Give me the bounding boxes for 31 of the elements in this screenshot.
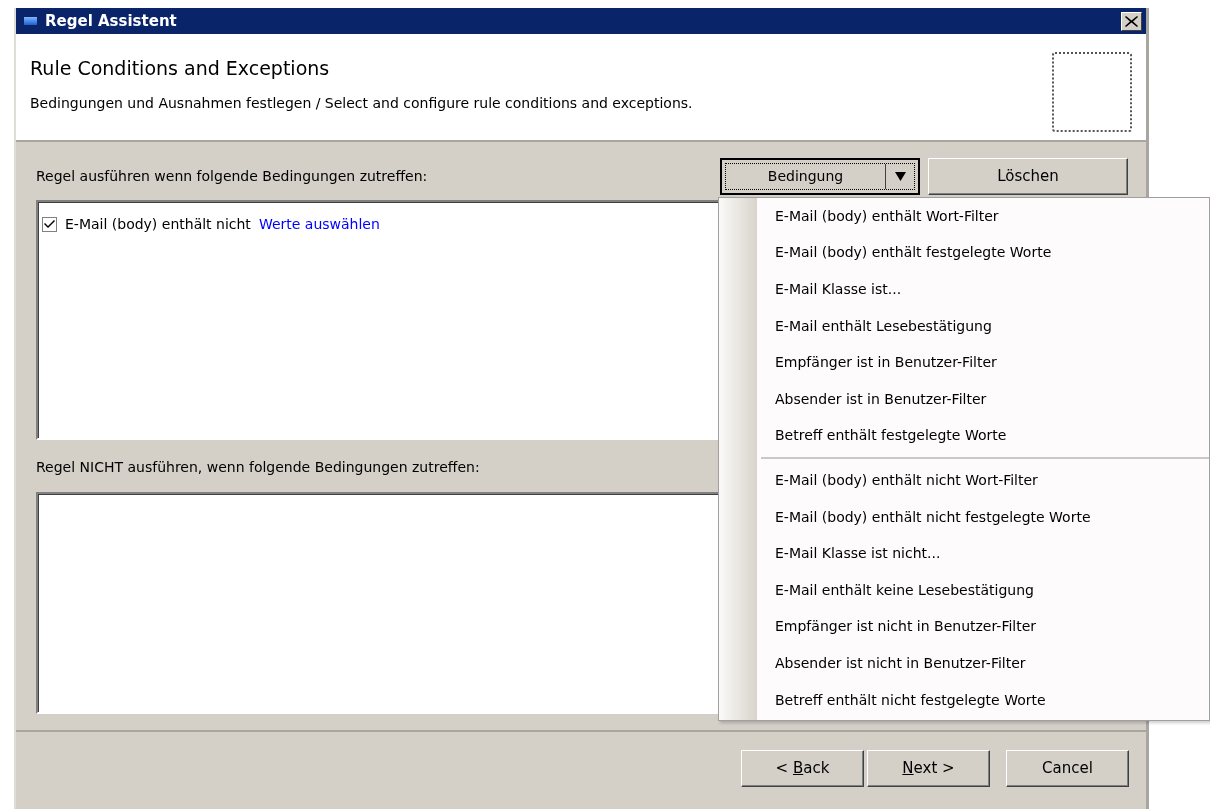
menu-item[interactable]: Absender ist nicht in Benutzer-Filter	[757, 645, 1209, 682]
back-button[interactable]: < Back	[741, 750, 864, 787]
values-link[interactable]: Werte auswählen	[258, 214, 380, 235]
delete-button[interactable]: Löschen	[928, 157, 1128, 195]
checkbox[interactable]	[42, 217, 57, 232]
menu-item[interactable]: E-Mail (body) enthält Wort-Filter	[757, 198, 1209, 235]
app-icon	[24, 17, 37, 25]
menu-item[interactable]: Empfänger ist nicht in Benutzer-Filter	[757, 608, 1209, 646]
page-description: Bedingungen und Ausnahmen festlegen / Select and configure rule conditions and exceptions.	[30, 93, 694, 113]
close-button[interactable]	[1121, 11, 1142, 31]
cancel-button[interactable]: Cancel	[1006, 750, 1129, 787]
window-title: Regel Assistent	[45, 10, 177, 32]
close-icon	[1125, 15, 1138, 27]
menu-item[interactable]: E-Mail Klasse ist...	[757, 271, 1209, 308]
condition-text: E-Mail (body) enthält nicht	[65, 215, 251, 234]
menu-item[interactable]: E-Mail (body) enthält nicht festgelegte Worte	[757, 498, 1209, 536]
menu-item[interactable]: Empfänger ist in Benutzer-Filter	[757, 344, 1209, 381]
condition-split-button[interactable]: Bedingung	[720, 157, 920, 195]
exceptions-label: Regel NICHT ausführen, wenn folgende Bedingungen zutreffen:	[36, 459, 480, 475]
caret-icon	[894, 171, 906, 181]
menu-item[interactable]: Betreff enthält festgelegte Worte	[757, 417, 1209, 455]
page-title: Rule Conditions and Exceptions	[30, 56, 331, 81]
menu-item[interactable]: Absender ist in Benutzer-Filter	[757, 380, 1209, 418]
menu-item[interactable]: E-Mail (body) enthält nicht Wort-Filter	[757, 462, 1209, 499]
menu-item[interactable]: E-Mail enthält Lesebestätigung	[757, 307, 1209, 345]
menu-item[interactable]: Betreff enthält nicht festgelegte Worte	[757, 681, 1209, 719]
next-button[interactable]: Next >	[867, 750, 990, 787]
conditions-label: Regel ausführen wenn folgende Bedingungen zutreffen:	[36, 166, 429, 186]
menu-item[interactable]: E-Mail (body) enthält festgelegte Worte	[757, 234, 1209, 272]
menu-item[interactable]: E-Mail Klasse ist nicht...	[757, 535, 1209, 572]
menu-item[interactable]: E-Mail enthält keine Lesebestätigung	[757, 571, 1209, 609]
